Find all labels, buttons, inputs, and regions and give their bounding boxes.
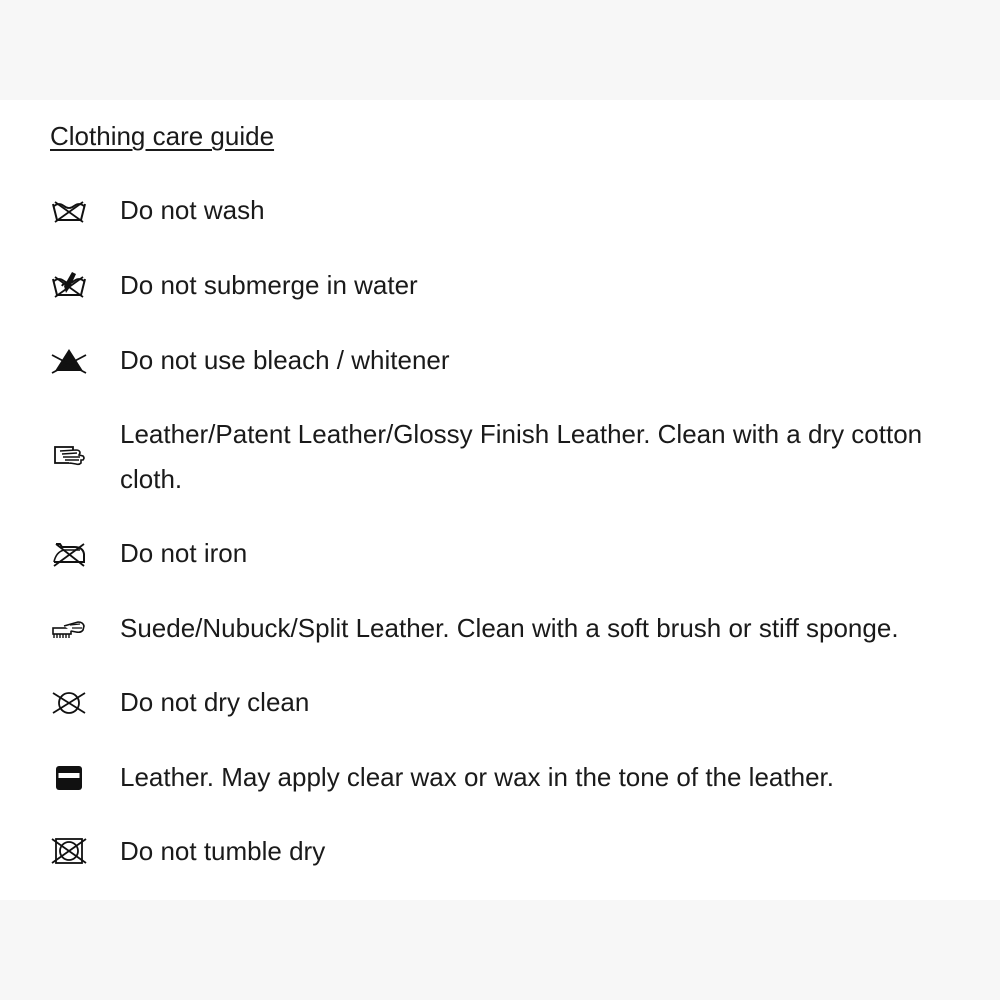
care-item-text: Do not iron xyxy=(120,538,248,568)
care-item-text-line-2: cloth. xyxy=(120,464,183,494)
care-item-text: Suede/Nubuck/Split Leather. Clean with a… xyxy=(120,613,899,643)
care-item-text: Do not use bleach / whitener xyxy=(120,345,450,375)
do-not-submerge-icon xyxy=(50,269,88,299)
do-not-wash-icon xyxy=(50,196,88,226)
bottom-margin xyxy=(0,900,1000,1000)
do-not-tumble-dry-icon xyxy=(50,836,88,866)
wipe-with-cloth-icon xyxy=(50,441,88,471)
brush-icon xyxy=(50,614,88,644)
care-item-text: Do not wash xyxy=(120,195,265,225)
care-item-text-line-1: Leather/Patent Leather/Glossy Finish Lea… xyxy=(120,419,923,449)
care-item-text: Do not dry clean xyxy=(120,687,310,717)
do-not-bleach-icon xyxy=(50,345,88,375)
care-item-text: Leather. May apply clear wax or wax in t… xyxy=(120,762,834,792)
page-title: Clothing care guide xyxy=(50,121,275,151)
do-not-dry-clean-icon xyxy=(50,688,88,718)
top-margin xyxy=(0,0,1000,100)
wax-tin-icon xyxy=(50,762,88,792)
care-item-text: Do not submerge in water xyxy=(120,270,418,300)
care-item-text: Do not tumble dry xyxy=(120,836,326,866)
do-not-iron-icon xyxy=(50,538,88,568)
